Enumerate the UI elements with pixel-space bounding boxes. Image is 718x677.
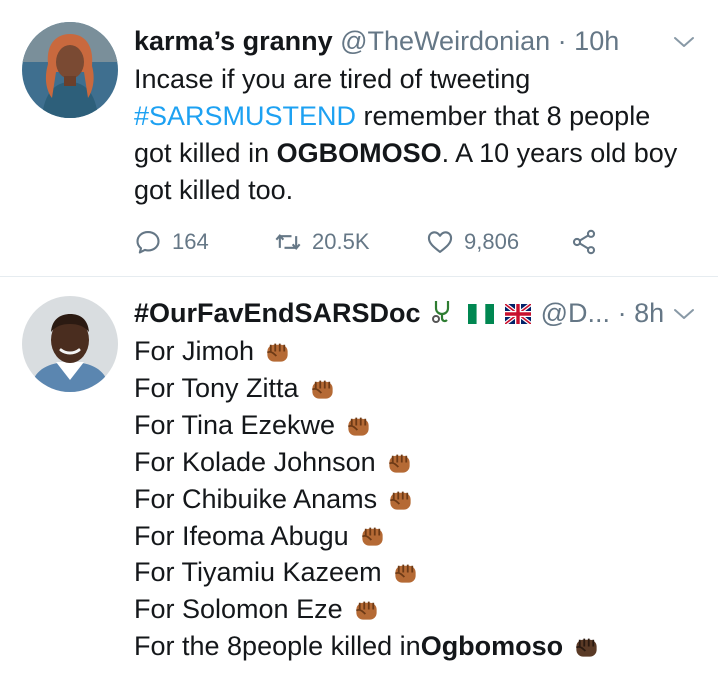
retweet-count: 20.5K [312, 229, 370, 254]
raised-fist-icon [361, 528, 383, 547]
tweet-text-line-content: For Tina Ezekwe [134, 409, 336, 440]
chevron-down-icon[interactable] [672, 302, 696, 326]
raised-fist-icon [355, 601, 377, 620]
handle[interactable]: @TheWeirdonian [340, 26, 550, 56]
tweet-text-line-2-rest: remember that 8 people [356, 101, 651, 131]
tweet-text-line: For Chibuike Anams [134, 481, 694, 518]
handle[interactable]: @D... [541, 298, 610, 328]
raised-fist-icon [311, 380, 333, 399]
tweet-text-line-content: For Kolade Johnson [134, 446, 376, 477]
avatar[interactable] [22, 296, 118, 392]
tweet-text-line-3: got killed in OGBOMOSO. A 10 years old b… [134, 135, 694, 172]
tweet-text-line: For Tony Zitta [134, 370, 694, 407]
like-count: 9,806 [464, 229, 520, 254]
raised-fist-icon [347, 417, 369, 436]
tweet-text-line-content: For Chibuike Anams [134, 483, 378, 514]
tweet-text-bold-place: Ogbomoso [420, 631, 564, 662]
separator: · [617, 298, 627, 328]
tweet-text: Incase if you are tired of tweeting #SAR… [134, 61, 694, 209]
tweet-text-line-3-pre: got killed in [134, 138, 277, 168]
avatar-image [22, 22, 118, 118]
tweet-text-line: For Solomon Eze [134, 591, 694, 628]
timestamp[interactable]: 10h [574, 26, 619, 56]
tweet-header: karma’s granny @TheWeirdonian · 10h [134, 24, 619, 58]
display-name[interactable]: karma’s granny [134, 26, 333, 56]
tweet-text-line-content: For Ifeoma Abugu [134, 520, 349, 551]
tweet-endsars-doc[interactable]: #OurFavEndSARSDoc @D... · 8h For Jimoh F… [0, 276, 718, 677]
share-button[interactable] [570, 224, 598, 260]
stethoscope-icon [430, 298, 456, 332]
tweet-karmas-granny[interactable]: karma’s granny @TheWeirdonian · 10h Inca… [0, 0, 718, 276]
tweet-text-line: For Tina Ezekwe [134, 407, 694, 444]
share-icon [572, 229, 596, 255]
tweet-text-line: For Kolade Johnson [134, 444, 694, 481]
raised-fist-icon [576, 638, 597, 657]
chevron-down-icon[interactable] [672, 30, 696, 54]
tweet-text-line-4: got killed too. [134, 175, 294, 205]
reply-button[interactable]: 164 [134, 224, 209, 260]
tweet-text-line-content: For Tiyamiu Kazeem [134, 557, 382, 588]
reply-icon [136, 231, 160, 254]
tweet-text-line: For Jimoh [134, 333, 694, 370]
raised-fist-icon [388, 454, 410, 473]
tweet-text-line-content: For Solomon Eze [134, 594, 343, 625]
raised-fist-icon [394, 565, 416, 584]
raised-fist-icon [389, 491, 411, 510]
display-name[interactable]: #OurFavEndSARSDoc [134, 298, 421, 328]
like-button[interactable]: 9,806 [426, 224, 519, 260]
tweet-actions: 164 20.5K 9,806 [134, 224, 694, 260]
raised-fist-icon [266, 343, 288, 362]
retweet-icon [275, 233, 301, 251]
tweet-text-line: For the 8people killed in Ogbomoso [134, 628, 694, 665]
retweet-button[interactable]: 20.5K [274, 224, 370, 260]
tweet-text-line-2: #SARSMUSTEND remember that 8 people [134, 98, 694, 135]
hashtag-link[interactable]: #SARSMUSTEND [134, 101, 356, 131]
tweet-text-line-1: Incase if you are tired of tweeting [134, 64, 531, 94]
timestamp[interactable]: 8h [634, 298, 664, 328]
tweet-text-line-3-post: . A 10 years old boy [441, 138, 678, 168]
uk-flag-icon [503, 298, 533, 332]
avatar-image [22, 296, 118, 392]
reply-count: 164 [172, 229, 209, 254]
tweet-text-line-content: For the 8people killed in [134, 631, 421, 662]
tweet-text-line-content: For Jimoh [134, 336, 255, 366]
tweet-text-line: For Ifeoma Abugu [134, 518, 694, 555]
tweet-header: #OurFavEndSARSDoc @D... · 8h [134, 296, 664, 332]
tweet-text-line-content: For Tony Zitta [134, 372, 299, 403]
like-icon [427, 231, 453, 253]
tweet-text: For Jimoh For Tony Zitta For Tina Ezekwe… [134, 333, 694, 665]
avatar[interactable] [22, 22, 118, 118]
tweet-text-bold-place: OGBOMOSO [276, 138, 442, 168]
nigeria-flag-icon [467, 298, 494, 332]
tweet-text-line: For Tiyamiu Kazeem [134, 554, 694, 591]
separator: · [557, 26, 567, 56]
